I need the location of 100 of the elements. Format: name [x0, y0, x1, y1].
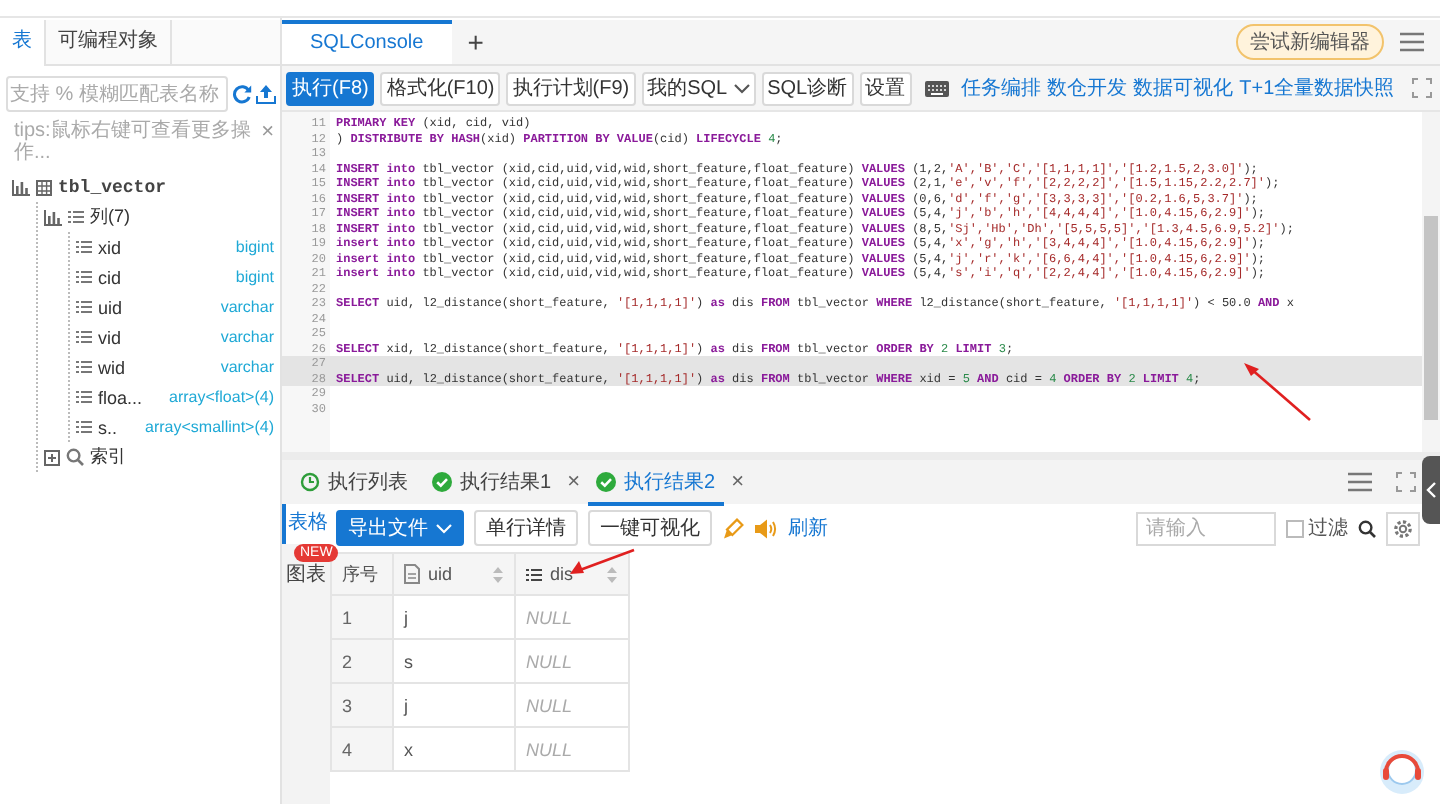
nav-link[interactable]: 任务编排: [961, 74, 1042, 102]
support-avatar-icon[interactable]: [1376, 744, 1428, 796]
column-type: bigint: [233, 238, 276, 256]
dropdown-button[interactable]: 我的SQL: [641, 71, 756, 105]
add-tab-button[interactable]: +: [451, 26, 500, 58]
toolbar-button[interactable]: SQL诊断: [761, 71, 854, 105]
toolbar-button[interactable]: 执行计划(F9): [506, 71, 636, 105]
column-name[interactable]: xid: [98, 237, 122, 257]
table-cell: s: [393, 639, 515, 683]
brush-icon[interactable]: [722, 517, 744, 539]
menu-icon[interactable]: [1348, 472, 1372, 492]
column-name[interactable]: floa...: [98, 387, 143, 407]
menu-icon[interactable]: [1400, 32, 1424, 52]
annotation-arrow: [1242, 362, 1314, 422]
checkbox[interactable]: [1286, 519, 1304, 537]
nav-link[interactable]: 数据可视化: [1133, 74, 1234, 102]
column-header[interactable]: dis: [515, 553, 629, 595]
list-icon: [76, 360, 92, 374]
chevron-down-icon: [733, 83, 750, 93]
tip-text: tips:鼠标右键可查看更多操作...: [14, 120, 253, 164]
fullscreen-icon[interactable]: [1412, 78, 1432, 98]
sidebar-tab[interactable]: 表: [0, 20, 46, 66]
column-type: varchar: [218, 358, 276, 376]
table-cell: NULL: [515, 727, 629, 771]
column-type: array<float>(4): [167, 388, 276, 406]
file-icon: [404, 564, 420, 584]
search-icon: [66, 448, 84, 466]
checkbox-label: 过滤: [1308, 515, 1348, 542]
scrollbar[interactable]: [1422, 112, 1440, 452]
close-button[interactable]: ×: [731, 470, 744, 494]
column-header[interactable]: 序号: [331, 553, 393, 595]
table-cell: NULL: [515, 639, 629, 683]
column-name[interactable]: cid: [98, 267, 122, 287]
table-name[interactable]: tbl_vector: [58, 177, 167, 197]
column-type: varchar: [218, 298, 276, 316]
history-icon: [300, 472, 320, 492]
filter-field[interactable]: 请输入: [1136, 511, 1276, 545]
settings-button[interactable]: [1386, 511, 1420, 545]
close-button[interactable]: ×: [567, 470, 580, 494]
list-icon: [76, 240, 92, 254]
list-icon: [68, 210, 84, 224]
column-name[interactable]: vid: [98, 327, 122, 347]
list-icon: [76, 300, 92, 314]
toolbar-button[interactable]: 执行(F8): [286, 71, 375, 105]
toolbar-button[interactable]: 格式化(F10): [380, 71, 501, 105]
speaker-icon[interactable]: [754, 517, 778, 539]
search-field[interactable]: 支持 % 模糊匹配表名称: [6, 76, 228, 112]
table-icon: [36, 179, 52, 195]
bar-chart-icon: [12, 179, 30, 195]
table-cell: x: [393, 727, 515, 771]
try-new-editor-button[interactable]: 尝试新编辑器: [1236, 24, 1384, 60]
keyboard-icon[interactable]: [923, 79, 950, 97]
list-icon: [76, 420, 92, 434]
result-tab[interactable]: 执行结果2: [588, 462, 724, 506]
upload-icon[interactable]: [256, 84, 276, 104]
list-icon: [76, 390, 92, 404]
search-icon[interactable]: [1358, 519, 1376, 537]
chevron-left-icon: [1426, 482, 1436, 498]
table-cell: NULL: [515, 683, 629, 727]
editor-tab[interactable]: SQLConsole: [282, 20, 452, 64]
expand-icon[interactable]: [44, 449, 60, 465]
tree-item[interactable]: 索引: [90, 444, 126, 470]
tree-item[interactable]: 列(7): [90, 204, 130, 230]
bar-chart-icon: [44, 209, 62, 225]
collapse-handle[interactable]: [1422, 456, 1440, 524]
column-header[interactable]: uid: [393, 553, 515, 595]
list-icon: [526, 567, 542, 581]
toolbar-button[interactable]: 单行详情: [474, 510, 578, 546]
table-cell: 2: [331, 639, 393, 683]
table-cell: 1: [331, 595, 393, 639]
nav-link[interactable]: T+1全量数据快照: [1239, 74, 1395, 102]
result-tab[interactable]: 执行列表: [292, 460, 416, 504]
table-cell: NULL: [515, 595, 629, 639]
table-cell: 3: [331, 683, 393, 727]
view-tab[interactable]: 表格: [282, 504, 330, 544]
nav-link[interactable]: 数仓开发: [1047, 74, 1128, 102]
column-type: varchar: [218, 328, 276, 346]
chevron-down-icon: [436, 523, 452, 533]
toolbar-button[interactable]: 设置: [859, 71, 912, 105]
refresh-link[interactable]: 刷新: [788, 514, 828, 542]
result-tab[interactable]: 执行结果1: [424, 460, 560, 504]
refresh-icon[interactable]: [232, 84, 252, 104]
export-button[interactable]: 导出文件: [336, 510, 464, 546]
column-type: bigint: [233, 268, 276, 286]
success-check-icon: [432, 472, 452, 492]
list-icon: [76, 330, 92, 344]
settings-icon[interactable]: [1392, 517, 1414, 539]
column-name[interactable]: uid: [98, 297, 123, 317]
column-type: array<smallint>(4): [143, 418, 276, 436]
toolbar-button[interactable]: 一键可视化: [588, 510, 712, 546]
column-name[interactable]: s..: [98, 417, 118, 437]
table-cell: j: [393, 683, 515, 727]
view-tab[interactable]: 图表: [282, 556, 330, 596]
list-icon: [76, 270, 92, 284]
success-check-icon: [596, 472, 616, 492]
fullscreen-icon[interactable]: [1396, 472, 1416, 492]
sidebar-tab[interactable]: 可编程对象: [46, 20, 172, 64]
table-cell: 4: [331, 727, 393, 771]
column-name[interactable]: wid: [98, 357, 126, 377]
table-cell: j: [393, 595, 515, 639]
